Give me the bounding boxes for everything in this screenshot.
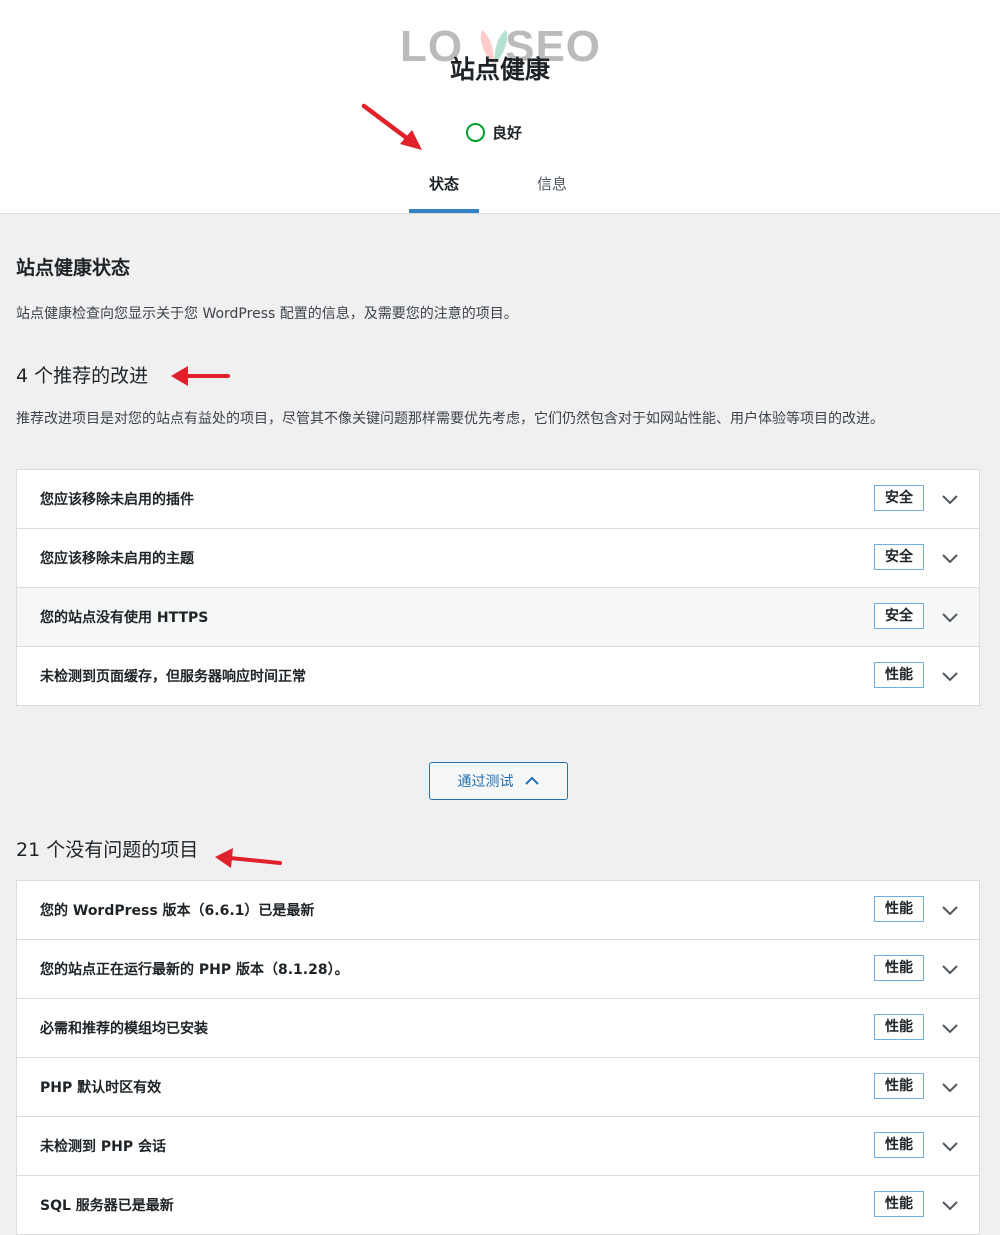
passed-tests-button-label: 通过测试	[457, 774, 514, 790]
chevron-up-icon	[524, 776, 539, 785]
chevron-down-icon[interactable]	[941, 1019, 959, 1037]
tab-status[interactable]: 状态	[409, 170, 479, 213]
list-item-label: 未检测到 PHP 会话	[40, 1139, 166, 1155]
category-badge: 性能	[874, 1191, 924, 1217]
chevron-down-icon[interactable]	[941, 1078, 959, 1096]
category-badge: 安全	[874, 603, 924, 629]
list-item-label: 您的站点正在运行最新的 PHP 版本（8.1.28）。	[40, 962, 349, 978]
annotation-arrow-icon	[171, 366, 230, 386]
chevron-down-icon[interactable]	[941, 667, 959, 685]
list-item[interactable]: 未检测到页面缓存，但服务器响应时间正常 性能	[17, 647, 979, 705]
list-item[interactable]: 您的站点没有使用 HTTPS 安全	[17, 588, 979, 647]
list-item-label: SQL 服务器已是最新	[40, 1198, 174, 1214]
list-item[interactable]: 您的站点正在运行最新的 PHP 版本（8.1.28）。 性能	[17, 940, 979, 999]
list-item[interactable]: 未检测到 PHP 会话 性能	[17, 1117, 979, 1176]
category-badge: 性能	[874, 896, 924, 922]
list-item[interactable]: 您应该移除未启用的主题 安全	[17, 529, 979, 588]
recommended-improvements-description: 推荐改进项目是对您的站点有益处的项目，尽管其不像关键问题那样需要优先考虑，它们仍…	[16, 411, 884, 427]
chevron-down-icon[interactable]	[941, 608, 959, 626]
list-item[interactable]: PHP 默认时区有效 性能	[17, 1058, 979, 1117]
chevron-down-icon[interactable]	[941, 549, 959, 567]
passed-tests-toggle-button[interactable]: 通过测试	[429, 762, 568, 800]
chevron-down-icon[interactable]	[941, 490, 959, 508]
list-item-label: PHP 默认时区有效	[40, 1080, 162, 1096]
list-item-label: 您应该移除未启用的主题	[40, 551, 194, 567]
chevron-down-icon[interactable]	[941, 901, 959, 919]
section-description: 站点健康检查向您显示关于您 WordPress 配置的信息，及需要您的注意的项目…	[16, 306, 518, 322]
list-item-label: 您应该移除未启用的插件	[40, 492, 194, 508]
category-badge: 性能	[874, 1132, 924, 1158]
list-item[interactable]: 必需和推荐的模组均已安装 性能	[17, 999, 979, 1058]
health-status: 良好	[466, 119, 522, 145]
category-badge: 性能	[874, 1073, 924, 1099]
recommended-improvements-heading: 4 个推荐的改进	[16, 365, 149, 387]
site-health-header: LO SEO 站点健康 良好 状态 信息	[0, 0, 1000, 214]
category-badge: 安全	[874, 485, 924, 511]
category-badge: 性能	[874, 662, 924, 688]
section-title: 站点健康状态	[16, 257, 131, 279]
recommended-improvements-list: 您应该移除未启用的插件 安全 您应该移除未启用的主题 安全 您的站点没有使用 H…	[16, 469, 980, 706]
list-item[interactable]: 您的 WordPress 版本（6.6.1）已是最新 性能	[17, 881, 979, 940]
chevron-down-icon[interactable]	[941, 1137, 959, 1155]
category-badge: 安全	[874, 544, 924, 570]
list-item[interactable]: 您应该移除未启用的插件 安全	[17, 470, 979, 529]
list-item-label: 必需和推荐的模组均已安装	[40, 1021, 208, 1037]
list-item-label: 您的 WordPress 版本（6.6.1）已是最新	[40, 903, 315, 919]
health-status-label: 良好	[492, 123, 523, 142]
category-badge: 性能	[874, 955, 924, 981]
passed-items-heading: 21 个没有问题的项目	[16, 839, 199, 861]
list-item-label: 未检测到页面缓存，但服务器响应时间正常	[40, 669, 306, 685]
tab-info[interactable]: 信息	[517, 170, 587, 213]
good-status-circle-icon	[466, 122, 485, 142]
annotation-arrow-icon	[215, 848, 282, 868]
passed-items-list: 您的 WordPress 版本（6.6.1）已是最新 性能 您的站点正在运行最新…	[16, 880, 980, 1235]
category-badge: 性能	[874, 1014, 924, 1040]
list-item-label: 您的站点没有使用 HTTPS	[40, 610, 209, 626]
page-title: 站点健康	[449, 55, 550, 84]
list-item[interactable]: SQL 服务器已是最新 性能	[17, 1176, 979, 1234]
chevron-down-icon[interactable]	[941, 1196, 959, 1214]
chevron-down-icon[interactable]	[941, 960, 959, 978]
